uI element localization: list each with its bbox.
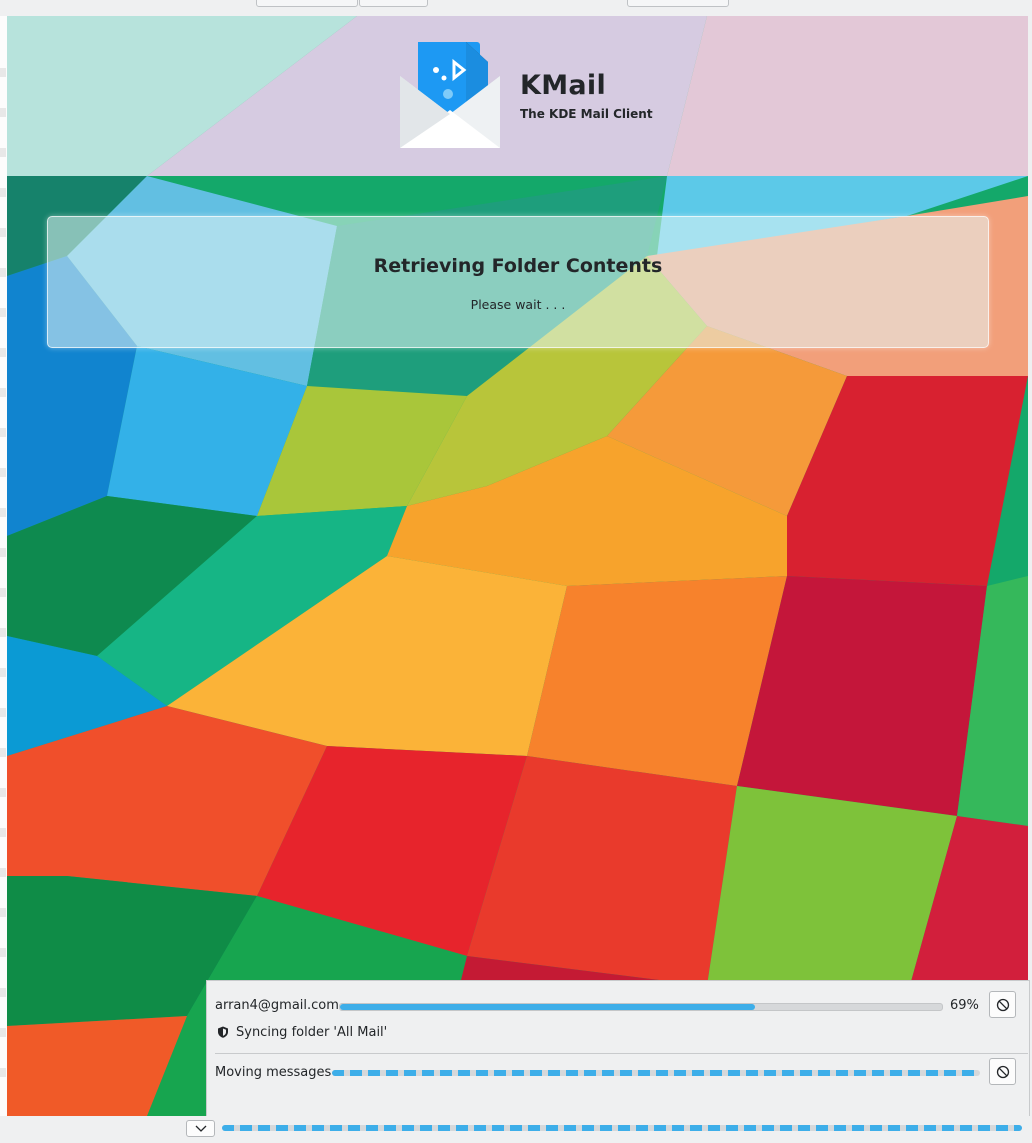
sync-progress-fill [340,1004,756,1010]
message-row-marker[interactable] [0,988,6,997]
wallpaper-art [7,16,1028,1116]
message-row-marker[interactable] [0,248,6,257]
message-row-marker[interactable] [0,548,6,557]
message-row-marker[interactable] [0,628,6,637]
shield-icon [218,1026,228,1038]
message-row-marker[interactable] [0,808,6,817]
chevron-down-icon [195,1125,207,1132]
cancel-task-button[interactable] [989,1058,1016,1085]
kmail-logo [400,42,500,148]
message-row-marker[interactable] [0,908,6,917]
panel-message: Please wait . . . [470,297,566,312]
status-bar [0,1116,1032,1143]
panel-title: Retrieving Folder Contents [373,255,663,277]
message-row-marker[interactable] [0,368,6,377]
overall-busy-indicator [222,1125,1022,1131]
message-row-marker[interactable] [0,448,6,457]
message-row-marker[interactable] [0,128,6,137]
message-row-marker[interactable] [0,608,6,617]
task-label: Moving messages [215,1065,332,1080]
toolbar-button[interactable] [627,0,729,7]
message-row-marker[interactable] [0,728,6,737]
message-row-marker[interactable] [0,308,6,317]
message-row-marker[interactable] [0,208,6,217]
message-row-marker[interactable] [0,108,6,117]
message-row-marker[interactable] [0,1048,6,1057]
message-row-marker[interactable] [0,68,6,77]
message-row-marker[interactable] [0,788,6,797]
message-row-marker[interactable] [0,828,6,837]
message-row-marker[interactable] [0,468,6,477]
app-subtitle: The KDE Mail Client [520,107,653,121]
background-wallpaper [7,16,1028,1116]
message-row-marker[interactable] [0,168,6,177]
cancel-icon [996,998,1010,1012]
message-row-marker[interactable] [0,888,6,897]
retrieving-panel: Retrieving Folder Contents Please wait .… [47,216,989,348]
message-row-marker[interactable] [0,768,6,777]
message-row-marker[interactable] [0,688,6,697]
message-row-marker[interactable] [0,348,6,357]
message-row-marker[interactable] [0,228,6,237]
message-row-marker[interactable] [0,948,6,957]
message-row-marker[interactable] [0,88,6,97]
message-row-marker[interactable] [0,928,6,937]
message-row-marker[interactable] [0,408,6,417]
message-row-marker[interactable] [0,528,6,537]
message-row-marker[interactable] [0,388,6,397]
message-row-marker[interactable] [0,188,6,197]
app-name: KMail [520,70,607,101]
progress-percent: 69% [950,998,979,1013]
message-row-marker[interactable] [0,288,6,297]
cancel-icon [996,1065,1010,1079]
message-row-marker[interactable] [0,648,6,657]
divider [215,1053,1028,1054]
message-row-marker[interactable] [0,748,6,757]
message-row-marker[interactable] [0,968,6,977]
message-row-marker[interactable] [0,1028,6,1037]
message-row-marker[interactable] [0,568,6,577]
toggle-progress-button[interactable] [186,1120,215,1137]
sync-progress-bar [339,1003,943,1011]
message-row-marker[interactable] [0,1008,6,1017]
progress-popup: arran4@gmail.com 69% Syncing folder 'All… [206,980,1030,1118]
message-row-marker[interactable] [0,708,6,717]
message-row-marker[interactable] [0,428,6,437]
message-row-marker[interactable] [0,328,6,337]
cancel-sync-button[interactable] [989,991,1016,1018]
message-row-marker[interactable] [0,148,6,157]
task-busy-indicator [332,1070,980,1076]
message-row-marker[interactable] [0,488,6,497]
toolbar-button[interactable] [256,0,358,7]
message-row-marker[interactable] [0,1068,6,1077]
sync-status-text: Syncing folder 'All Mail' [236,1025,388,1040]
message-row-marker[interactable] [0,868,6,877]
message-row-marker[interactable] [0,508,6,517]
message-row-marker[interactable] [0,268,6,277]
message-row-marker[interactable] [0,588,6,597]
message-row-marker[interactable] [0,848,6,857]
toolbar-button[interactable] [359,0,428,7]
message-row-marker[interactable] [0,668,6,677]
message-row-marker[interactable] [0,1088,6,1097]
account-label: arran4@gmail.com [215,998,339,1013]
toolbar-strip [0,0,1032,16]
